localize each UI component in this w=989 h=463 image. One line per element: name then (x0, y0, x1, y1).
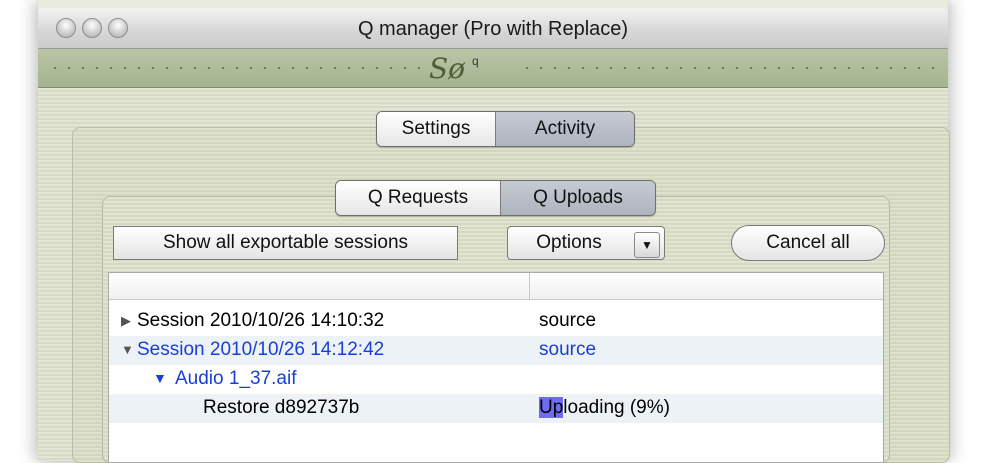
table-header (109, 273, 883, 300)
uploads-table: ▶ Session 2010/10/26 14:10:32 source ▼ S… (108, 272, 884, 463)
toolbar-banner: Sø q (38, 49, 948, 88)
table-row[interactable]: ▼ Session 2010/10/26 14:12:42 source (109, 336, 883, 365)
row-name: Session 2010/10/26 14:10:32 (137, 310, 385, 331)
show-all-sessions-button[interactable]: Show all exportable sessions (113, 226, 458, 260)
row-name: Audio 1_37.aif (175, 368, 297, 389)
main-tab-control: Settings Activity (376, 111, 635, 147)
selected-text: Up (539, 397, 564, 418)
column-divider (529, 273, 530, 299)
table-row[interactable]: ▼ Audio 1_37.aif (109, 365, 883, 394)
tab-settings[interactable]: Settings (377, 112, 495, 146)
table-row[interactable]: ▶ Session 2010/10/26 14:10:32 source (109, 307, 883, 336)
options-label: Options (536, 232, 602, 253)
options-dropdown[interactable]: Options ▼ (507, 226, 665, 260)
chevron-down-icon: ▼ (634, 232, 660, 258)
tab-q-uploads[interactable]: Q Uploads (500, 181, 655, 215)
row-name: Restore d892737b (203, 397, 360, 418)
app-logo-sub: q (472, 54, 479, 68)
row-name: Session 2010/10/26 14:12:42 (137, 339, 385, 360)
status-text-rest: loading (9%) (563, 397, 670, 418)
banner-dots-right (520, 67, 944, 69)
sub-tab-control: Q Requests Q Uploads (335, 180, 656, 216)
banner-dots-left (48, 67, 420, 69)
row-status: source (539, 339, 597, 360)
app-logo: Sø (429, 52, 466, 85)
tab-q-requests[interactable]: Q Requests (336, 181, 500, 215)
triangle-down-icon[interactable]: ▼ (153, 370, 167, 386)
triangle-down-icon[interactable]: ▼ (121, 342, 134, 357)
row-status: Uploading (9%) (539, 397, 670, 419)
table-row[interactable]: Restore d892737b Uploading (9%) (109, 394, 883, 423)
tab-activity[interactable]: Activity (495, 112, 634, 146)
cancel-all-button[interactable]: Cancel all (731, 225, 885, 261)
window-title: Q manager (Pro with Replace) (357, 18, 629, 40)
triangle-right-icon[interactable]: ▶ (121, 313, 131, 329)
title-bar: Q manager (Pro with Replace) (38, 8, 948, 49)
row-status: source (539, 310, 597, 331)
